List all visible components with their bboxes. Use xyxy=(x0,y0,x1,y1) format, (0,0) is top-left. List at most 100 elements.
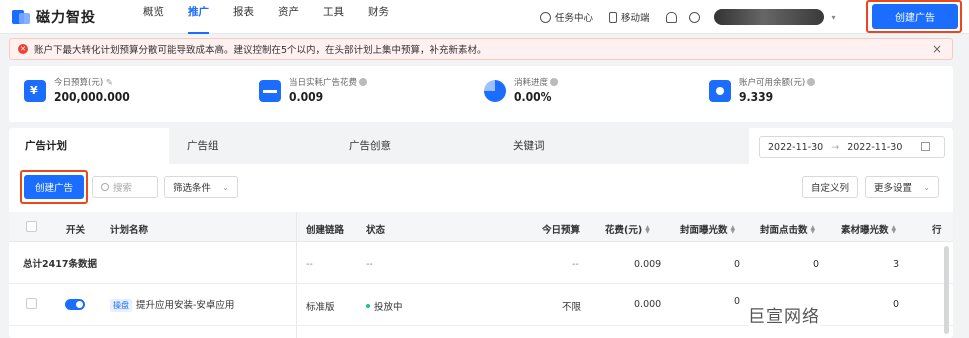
chevron-down-icon: ⌄ xyxy=(923,182,930,192)
total-material-impressions: 3 xyxy=(893,259,900,270)
date-start: 2022-11-30 xyxy=(768,141,824,153)
row-checkbox[interactable] xyxy=(26,298,37,309)
edit-icon[interactable]: ✎ xyxy=(106,78,113,88)
tab-keyword[interactable]: 关键词 xyxy=(513,128,545,164)
create-ad-top-button[interactable]: 创建广告 xyxy=(872,4,958,29)
stat-value: 9.339 xyxy=(739,90,774,104)
sort-icon: ▲ ▼ xyxy=(645,224,650,235)
stat-today-budget: ¥ 今日预算(元) ✎ 200,000.000 xyxy=(24,76,130,104)
stat-value: 0.009 xyxy=(289,90,324,104)
logo-icon xyxy=(12,9,30,25)
status-dot xyxy=(366,304,370,308)
task-center-link[interactable]: 任务中心 xyxy=(540,10,593,24)
col-cover-impressions[interactable]: 封面曝光数 ▲ ▼ xyxy=(680,222,736,237)
col-material-impressions[interactable]: 素材曝光数 ▲ ▼ xyxy=(841,222,897,237)
nav-assets[interactable]: 资产 xyxy=(278,0,299,34)
main-nav: 概览 推广 报表 资产 工具 财务 xyxy=(143,0,413,34)
col-link: 创建链路 xyxy=(306,225,345,236)
stat-label: 消耗进度 xyxy=(514,78,549,88)
create-ad-button[interactable]: 创建广告 xyxy=(24,175,84,199)
level-tabs: 广告计划 广告组 广告创意 关键词 xyxy=(9,128,749,164)
plan-toggle[interactable] xyxy=(65,299,85,310)
alert-banner: ✕ 账户下最大转化计划预算分散可能导致成本高。建议控制在5个以内，在头部计划上集… xyxy=(9,38,953,60)
stat-value: 200,000.000 xyxy=(54,90,130,104)
plan-status: 投放中 xyxy=(366,299,403,313)
select-all-checkbox[interactable] xyxy=(26,221,37,232)
help-icon[interactable] xyxy=(550,78,559,86)
mobile-link[interactable]: 移动端 xyxy=(609,10,650,24)
date-arrow: → xyxy=(831,141,840,153)
chevron-down-icon[interactable]: ▾ xyxy=(832,13,836,22)
search-icon xyxy=(101,183,109,191)
col-status: 状态 xyxy=(366,225,386,236)
col-cover-clicks[interactable]: 封面点击数 ▲ ▼ xyxy=(760,222,816,237)
help-icon[interactable] xyxy=(359,78,368,86)
help-icon[interactable] xyxy=(807,78,816,86)
col-more: 行 xyxy=(932,225,942,236)
wallet-icon xyxy=(259,80,281,102)
chevron-down-icon: ⌄ xyxy=(222,182,229,192)
nav-tools[interactable]: 工具 xyxy=(323,0,344,34)
total-cover-impressions: 0 xyxy=(734,259,741,270)
table-row-total: 总计2417条数据 -- -- -- 0.009 0 0 3 xyxy=(9,242,953,284)
col-switch: 开关 xyxy=(66,225,86,236)
stat-label: 当日实耗广告花费 xyxy=(289,78,358,88)
alert-message: 账户下最大转化计划预算分散可能导致成本高。建议控制在5个以内，在头部计划上集中预… xyxy=(34,45,487,56)
pie-icon xyxy=(484,80,506,102)
nav-finance[interactable]: 财务 xyxy=(368,0,389,34)
stat-progress: 消耗进度 0.00% xyxy=(484,76,559,104)
total-link: -- xyxy=(306,259,313,270)
filter-dropdown[interactable]: 筛选条件 ⌄ xyxy=(164,176,238,198)
stat-label: 今日预算(元) xyxy=(54,78,104,88)
tab-ad-group[interactable]: 广告组 xyxy=(187,128,219,164)
more-settings-dropdown[interactable]: 更多设置 ⌄ xyxy=(865,176,939,198)
top-actions: 任务中心 移动端 ▾ xyxy=(540,0,836,34)
stat-value: 0.00% xyxy=(514,90,552,104)
task-center-icon xyxy=(540,11,551,23)
budget-icon: ¥ xyxy=(24,80,46,102)
error-icon: ✕ xyxy=(18,44,28,54)
stat-label: 账户可用余额(元) xyxy=(739,78,806,88)
total-budget: -- xyxy=(572,259,579,270)
account-stats: ¥ 今日预算(元) ✎ 200,000.000 当日实耗广告花费 0.009 消… xyxy=(9,66,953,122)
top-bar: 磁力智投 概览 推广 报表 资产 工具 财务 任务中心 移动端 ▾ 创建广告 xyxy=(0,0,969,34)
total-status: -- xyxy=(366,259,373,270)
bell-icon[interactable] xyxy=(665,11,677,23)
date-end: 2022-11-30 xyxy=(847,141,903,153)
plan-cover-impressions: 0 xyxy=(734,296,741,307)
plan-material-impressions: 0 xyxy=(893,299,900,310)
account-avatar[interactable] xyxy=(713,9,824,25)
nav-reports[interactable]: 报表 xyxy=(233,0,254,34)
sort-icon: ▲ ▼ xyxy=(810,224,816,235)
nav-promotion[interactable]: 推广 xyxy=(188,0,209,34)
sort-icon: ▲ ▼ xyxy=(730,224,736,235)
logo[interactable]: 磁力智投 xyxy=(12,7,96,27)
help-icon[interactable] xyxy=(688,11,700,23)
total-cost: 0.009 xyxy=(634,259,662,270)
mobile-icon xyxy=(609,11,618,23)
stat-balance: 账户可用余额(元) 9.339 xyxy=(709,76,816,104)
plan-name-cell[interactable]: 操盘 提升应用安装-安卓应用 xyxy=(110,297,234,312)
col-budget: 今日预算 xyxy=(542,225,581,236)
close-icon[interactable]: × xyxy=(932,42,942,56)
sort-icon: ▲ ▼ xyxy=(891,224,897,235)
plan-cost: 0.000 xyxy=(634,299,662,310)
balance-icon xyxy=(709,80,731,102)
tab-ad-creative[interactable]: 广告创意 xyxy=(349,128,391,164)
table-header: 开关 计划名称 创建链路 状态 今日预算 花费(元) ▲ ▼ 封面曝光数 ▲ ▼ 封面点… xyxy=(9,212,953,242)
search-input[interactable]: 搜索 xyxy=(92,176,158,198)
custom-columns-button[interactable]: 自定义列 xyxy=(802,176,858,198)
plan-budget: 不限 xyxy=(562,302,582,313)
calendar-icon xyxy=(921,142,930,151)
tab-ad-plan[interactable]: 广告计划 xyxy=(9,128,169,164)
plan-name: 提升应用安装-安卓应用 xyxy=(136,300,235,311)
plan-tag: 操盘 xyxy=(110,299,132,312)
table-scrollbar[interactable] xyxy=(944,246,949,334)
col-cost[interactable]: 花费(元) ▲ ▼ xyxy=(605,222,650,237)
date-range-picker[interactable]: 2022-11-30 → 2022-11-30 xyxy=(759,136,945,158)
watermark-text: 巨宣网络 xyxy=(748,302,820,327)
total-cover-clicks: 0 xyxy=(813,259,820,270)
total-count: 总计2417条数据 xyxy=(23,259,97,270)
nav-overview[interactable]: 概览 xyxy=(143,0,164,34)
plan-link: 标准版 xyxy=(306,302,335,313)
